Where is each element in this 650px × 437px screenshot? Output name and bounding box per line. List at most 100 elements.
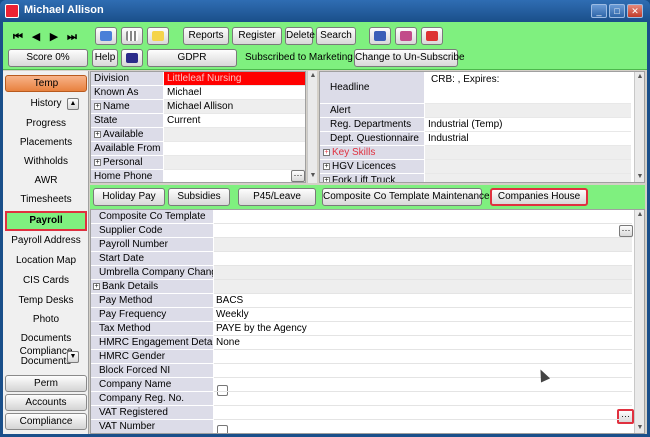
expand-icon[interactable]: + <box>94 102 101 110</box>
pay-method-value[interactable]: BACS <box>214 294 632 308</box>
sync-icon-button[interactable] <box>95 27 117 45</box>
scroll-up-icon[interactable]: ▲ <box>635 72 644 82</box>
bank-details-value[interactable] <box>214 280 632 294</box>
composite-co-template-value[interactable] <box>214 210 632 224</box>
scroll-down-icon[interactable]: ▼ <box>67 351 79 363</box>
block-forced-ni-label: Block Forced NI <box>91 364 213 378</box>
reports-button[interactable]: Reports <box>183 27 229 45</box>
search-button[interactable]: Search <box>316 27 356 45</box>
sidebar-item-temp-desks[interactable]: Temp Desks <box>5 295 87 306</box>
home-phone-value[interactable] <box>164 170 305 182</box>
sidebar-item-documents[interactable]: Documents <box>5 333 87 344</box>
sidebar-item-placements[interactable]: Placements <box>5 137 87 148</box>
scroll-down-icon[interactable]: ▼ <box>635 172 644 182</box>
first-record-icon[interactable]: ⏮ <box>11 30 25 44</box>
tab-companies-house[interactable]: Companies House <box>490 188 588 206</box>
close-button[interactable]: ✕ <box>627 4 643 18</box>
sidebar-accounts-button[interactable]: Accounts <box>5 394 87 411</box>
people-icon-button[interactable] <box>395 27 417 45</box>
sidebar-item-withholds[interactable]: Withholds <box>5 156 87 167</box>
delete-button[interactable]: Delete <box>285 27 315 45</box>
alert-value[interactable] <box>425 104 631 118</box>
headline-value[interactable]: CRB: , Expires: <box>425 72 631 104</box>
sidebar-item-location-map[interactable]: Location Map <box>5 255 87 266</box>
hmrc-engagement-detail-value[interactable]: None <box>214 336 632 350</box>
expand-icon[interactable]: + <box>323 176 330 182</box>
note-icon-button[interactable] <box>147 27 169 45</box>
supplier-code-value[interactable] <box>214 224 632 238</box>
sidebar-item-payroll-address[interactable]: Payroll Address <box>5 235 87 246</box>
company-name-value[interactable] <box>214 378 632 392</box>
pay-frequency-value[interactable]: Weekly <box>214 308 632 322</box>
expand-icon[interactable]: + <box>323 148 330 156</box>
state-value[interactable]: Current <box>164 114 305 128</box>
tax-method-label: Tax Method <box>91 322 213 336</box>
scroll-up-icon[interactable]: ▲ <box>308 71 318 81</box>
sidebar-item-photo[interactable]: Photo <box>5 314 87 325</box>
supplier-code-more-button[interactable]: ··· <box>619 225 633 237</box>
tab-composite-co-template-maintenance[interactable]: Composite Co Template Maintenance <box>322 188 490 206</box>
tab-subsidies[interactable]: Subsidies <box>168 188 230 206</box>
available-from-value[interactable] <box>164 142 305 156</box>
vat-number-value[interactable] <box>214 420 632 433</box>
exit-icon-button[interactable] <box>421 27 443 45</box>
expand-icon[interactable]: + <box>94 130 101 138</box>
previous-record-icon[interactable]: ◀ <box>29 30 43 44</box>
grid-icon-button[interactable] <box>121 27 143 45</box>
key-skills-value[interactable] <box>425 146 631 160</box>
minimize-button[interactable]: _ <box>591 4 607 18</box>
company-reg-no-value[interactable] <box>214 392 632 406</box>
expand-icon[interactable]: + <box>94 158 101 166</box>
reg-departments-value[interactable]: Industrial (Temp) <box>425 118 631 132</box>
scroll-up-icon[interactable]: ▲ <box>67 98 79 110</box>
contact-icon-button[interactable] <box>369 27 391 45</box>
supplier-code-label: Supplier Code <box>91 224 213 238</box>
no-call-icon-button[interactable] <box>121 49 143 67</box>
tab-p45-leave[interactable]: P45/Leave <box>238 188 316 206</box>
summary-left-scrollbar[interactable]: ▲ ▼ <box>307 71 317 183</box>
scroll-up-icon[interactable]: ▲ <box>635 210 644 220</box>
known-as-value[interactable]: Michael <box>164 86 305 100</box>
sidebar-item-payroll[interactable]: Payroll <box>5 211 87 231</box>
hmrc-gender-value[interactable] <box>214 350 632 364</box>
start-date-value[interactable] <box>214 252 632 266</box>
division-value[interactable]: Littleleaf Nursing <box>164 72 305 86</box>
app-window: Michael Allison _ □ ✕ ⏮ ◀ ▶ ⏭ Reports Re… <box>0 0 650 437</box>
register-button[interactable]: Register <box>232 27 282 45</box>
fork-lift-truck-label: + Fork Lift Truck <box>320 174 424 182</box>
personal-value[interactable] <box>164 156 305 170</box>
maximize-button[interactable]: □ <box>609 4 625 18</box>
unsubscribe-button[interactable]: Change to Un-Subscribe <box>354 49 465 67</box>
scroll-down-icon[interactable]: ▼ <box>635 423 644 433</box>
sidebar-item-progress[interactable]: Progress <box>5 118 87 129</box>
last-record-icon[interactable]: ⏭ <box>65 30 79 44</box>
fork-lift-truck-value[interactable] <box>425 174 631 182</box>
sidebar-item-awr[interactable]: AWR <box>5 175 87 186</box>
details-scrollbar[interactable]: ▲ ▼ <box>634 210 644 433</box>
expand-icon[interactable]: + <box>93 282 100 290</box>
sidebar-compliance-button[interactable]: Compliance <box>5 413 87 430</box>
summary-right-scrollbar[interactable]: ▲ ▼ <box>634 72 644 182</box>
next-record-icon[interactable]: ▶ <box>47 30 61 44</box>
available-value[interactable] <box>164 128 305 142</box>
name-value[interactable]: Michael Allison <box>164 100 305 114</box>
gdpr-button[interactable]: GDPR <box>147 49 237 67</box>
bank-details-label-text: Bank Details <box>102 281 159 292</box>
home-phone-more-button[interactable]: ··· <box>291 170 305 182</box>
sidebar-item-timesheets[interactable]: Timesheets <box>5 194 87 205</box>
dept-questionnaire-value[interactable]: Industrial <box>425 132 631 146</box>
payroll-number-value[interactable] <box>214 238 632 252</box>
hgv-licences-value[interactable] <box>425 160 631 174</box>
sidebar-item-cis-cards[interactable]: CIS Cards <box>5 275 87 286</box>
score-button[interactable]: Score 0% <box>8 49 88 67</box>
expand-icon[interactable]: + <box>323 162 330 170</box>
help-button[interactable]: Help <box>92 49 118 67</box>
tab-holiday-pay[interactable]: Holiday Pay <box>93 188 165 206</box>
sidebar-perm-button[interactable]: Perm <box>5 375 87 392</box>
sidebar-temp-button[interactable]: Temp <box>5 75 87 92</box>
tax-method-value[interactable]: PAYE by the Agency <box>214 322 632 336</box>
title-bar[interactable]: Michael Allison _ □ ✕ <box>0 0 650 22</box>
scroll-down-icon[interactable]: ▼ <box>308 171 318 181</box>
company-name-label: Company Name <box>91 378 213 392</box>
umbrella-company-changed-value[interactable] <box>214 266 632 280</box>
